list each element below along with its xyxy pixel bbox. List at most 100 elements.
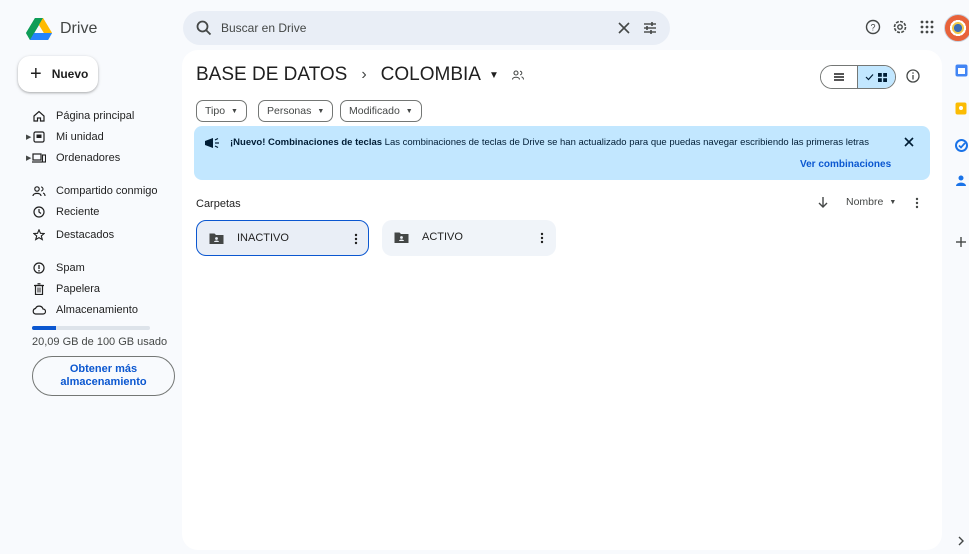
filter-people-chip[interactable]: Personas ▼ [258,100,334,122]
grid-view-button[interactable] [858,66,895,88]
calendar-icon[interactable] [953,62,969,78]
clock-icon [32,205,46,219]
sidebar-item-label: Compartido conmigo [56,185,158,197]
sidebar-item-spam[interactable]: Spam [18,258,168,278]
sidebar-item-home[interactable]: Página principal [18,106,168,126]
apps-grid-icon[interactable] [917,17,937,37]
sidebar-item-label: Almacenamiento [56,304,138,316]
folder-name: ACTIVO [422,231,463,243]
star-icon [32,228,46,242]
breadcrumb-parent[interactable]: BASE DE DATOS [196,64,347,86]
new-button[interactable]: + Nuevo [18,56,98,92]
chevron-right-icon[interactable] [953,533,969,549]
shared-folder-icon[interactable] [511,69,525,81]
breadcrumb-current[interactable]: COLOMBIA [381,64,481,86]
sidebar-item-label: Destacados [56,229,115,241]
expand-arrow-icon[interactable]: ▶ [26,133,31,141]
breadcrumb-separator: › [361,66,367,83]
search-icon[interactable] [195,19,213,37]
sort-direction-icon[interactable] [816,195,830,209]
sidebar-item-computers[interactable]: ▶ Ordenadores [18,148,168,168]
cloud-icon [32,303,46,317]
sidebar-item-starred[interactable]: Destacados [18,225,168,245]
contacts-icon[interactable] [953,172,969,188]
tune-filter-icon[interactable] [642,20,658,36]
tasks-icon[interactable] [953,137,969,153]
shared-icon [32,184,46,198]
list-view-button[interactable] [821,66,859,88]
more-options-icon[interactable] [910,196,924,210]
get-more-storage-label-line1: Obtener más [69,363,138,375]
plus-icon: + [30,63,42,85]
view-toggle [820,65,896,89]
get-more-storage-label-line2: almacenamiento [60,376,147,388]
folders-section-title: Carpetas [196,198,241,210]
list-view-icon [834,73,844,81]
filter-type-chip[interactable]: Tipo ▼ [196,100,247,122]
search-input[interactable] [221,18,581,38]
check-icon [865,74,874,81]
svg-text:?: ? [870,23,875,33]
app-title[interactable]: Drive [60,20,97,38]
banner-text: Las combinaciones de teclas de Drive se … [382,137,869,148]
breadcrumb: BASE DE DATOS › COLOMBIA ▼ [196,64,525,86]
folder-card-activo[interactable]: ACTIVO [382,220,556,256]
sidebar-item-label: Ordenadores [56,152,121,164]
filter-label: Modificado [349,105,400,117]
add-icon[interactable] [953,234,969,250]
chevron-down-icon: ▼ [405,107,413,115]
sidebar-item-storage[interactable]: Almacenamiento [18,300,168,320]
sidebar-item-label: Reciente [56,206,100,218]
sidebar-item-my-drive[interactable]: ▶ Mi unidad [18,127,168,147]
sidebar-item-label: Página principal [56,110,135,122]
top-bar: Drive ? [0,0,969,56]
close-icon[interactable] [616,20,632,36]
sidebar-item-shared[interactable]: Compartido conmigo [18,181,168,201]
info-icon[interactable] [905,68,921,84]
keyboard-shortcut-icon [205,137,219,149]
new-button-label: Nuevo [51,67,89,81]
gear-icon[interactable] [890,17,910,37]
home-icon [32,109,46,123]
keep-icon[interactable] [953,100,969,116]
filter-label: Tipo [205,105,226,117]
get-more-storage-button[interactable]: Obtener más almacenamiento [32,356,175,396]
storage-progress-bar [32,326,150,330]
banner-title: ¡Nuevo! Combinaciones de teclas [230,137,383,148]
view-shortcuts-link[interactable]: Ver combinaciones [800,159,891,170]
more-options-icon[interactable] [349,232,363,246]
chevron-down-icon: ▼ [889,198,897,206]
search-bar [183,11,670,45]
computers-icon [32,151,46,165]
help-icon[interactable]: ? [863,17,883,37]
sidebar-item-recent[interactable]: Reciente [18,202,168,222]
storage-progress-fill [32,326,56,330]
folder-name: INACTIVO [237,232,289,244]
storage-usage-text: 20,09 GB de 100 GB usado [32,336,168,348]
shortcuts-banner: ¡Nuevo! Combinaciones de teclas Las comb… [194,126,930,180]
drive-logo-icon[interactable] [26,18,52,40]
avatar[interactable] [944,14,969,42]
folder-card-inactivo[interactable]: INACTIVO [196,220,369,256]
chevron-down-icon[interactable]: ▼ [489,70,499,81]
shared-folder-icon [209,233,224,244]
filter-modified-chip[interactable]: Modificado ▼ [340,100,422,122]
sidebar-item-trash[interactable]: Papelera [18,279,168,299]
banner-message: ¡Nuevo! Combinaciones de teclas Las comb… [230,137,869,148]
chevron-down-icon: ▼ [317,107,325,115]
sidebar-item-label: Spam [56,262,85,274]
more-options-icon[interactable] [535,231,549,245]
trash-icon [32,282,46,296]
close-icon[interactable] [902,135,916,149]
spam-icon [32,261,46,275]
chevron-down-icon: ▼ [231,107,238,115]
sidebar-item-label: Mi unidad [56,131,104,143]
expand-arrow-icon[interactable]: ▶ [26,154,31,162]
sidebar-item-label: Papelera [56,283,101,295]
grid-view-icon [878,72,887,82]
shared-folder-icon [394,232,409,243]
my-drive-icon [32,130,46,144]
sort-by-dropdown[interactable]: Nombre ▼ [846,196,896,208]
filter-label: Personas [267,105,312,117]
sort-label: Nombre [846,196,884,208]
